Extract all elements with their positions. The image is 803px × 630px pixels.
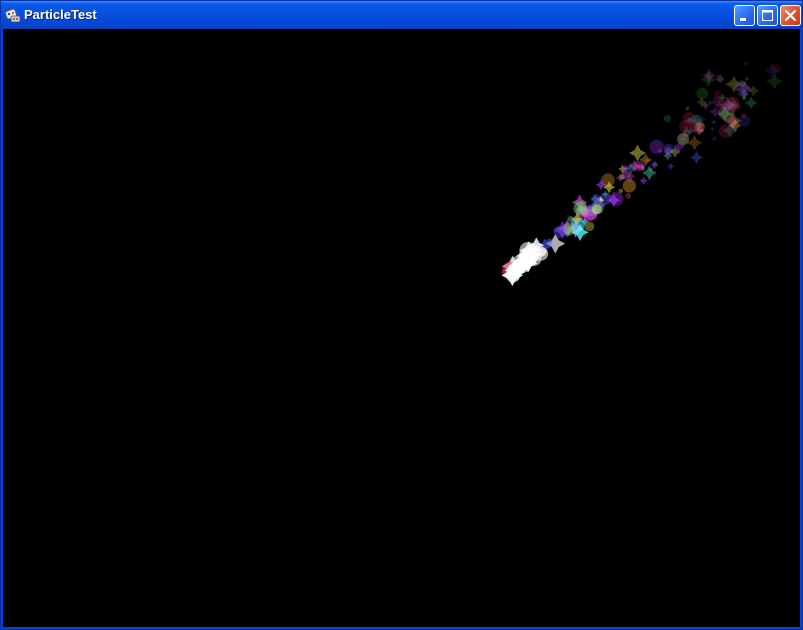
particle-dot — [716, 74, 724, 82]
particle-star — [709, 126, 715, 132]
particle-trail — [501, 60, 783, 287]
game-controller-icon[interactable] — [5, 7, 21, 23]
particle-star — [690, 151, 704, 164]
particle-dot — [695, 121, 706, 132]
maximize-icon — [762, 10, 773, 21]
particle-dot — [553, 225, 566, 238]
particle-dot — [570, 218, 585, 232]
particle-dot — [718, 124, 732, 138]
particle-dot — [741, 113, 746, 119]
particle-dot — [591, 204, 603, 215]
particle-dot — [619, 174, 625, 180]
particle-dot — [663, 143, 674, 154]
particle-dot — [640, 166, 646, 171]
particle-dot — [591, 194, 601, 204]
particle-dot — [679, 134, 686, 142]
particle-dot — [573, 201, 588, 216]
particle-star — [639, 176, 648, 185]
particle-star — [766, 72, 783, 90]
particle-dot — [743, 60, 749, 66]
particle-star — [711, 119, 717, 125]
window-title: ParticleTest — [24, 7, 97, 22]
particle-star — [744, 76, 750, 82]
particle-dot — [584, 221, 595, 232]
minimize-button[interactable] — [734, 5, 755, 26]
render-canvas[interactable] — [3, 29, 800, 627]
particle-dot — [713, 90, 722, 98]
particle-dot — [625, 193, 632, 199]
particle-dot — [618, 188, 624, 194]
particle-dot — [685, 106, 690, 111]
application-window: ParticleTest — [0, 0, 803, 630]
particle-dot — [696, 87, 709, 100]
particle-dot — [663, 114, 671, 123]
maximize-button[interactable] — [757, 5, 778, 26]
particle-dot — [649, 168, 653, 172]
particle-dot — [771, 63, 782, 74]
particle-dot — [712, 136, 717, 141]
particle-star — [686, 134, 703, 151]
particle-dot — [627, 177, 632, 182]
title-bar[interactable]: ParticleTest — [1, 1, 802, 29]
particle-dot — [687, 117, 692, 123]
close-button[interactable] — [780, 5, 801, 26]
particle-star — [667, 162, 675, 171]
particle-star — [744, 96, 758, 110]
minimize-icon — [740, 18, 746, 21]
close-icon — [784, 9, 797, 22]
particle-dot — [739, 80, 746, 88]
